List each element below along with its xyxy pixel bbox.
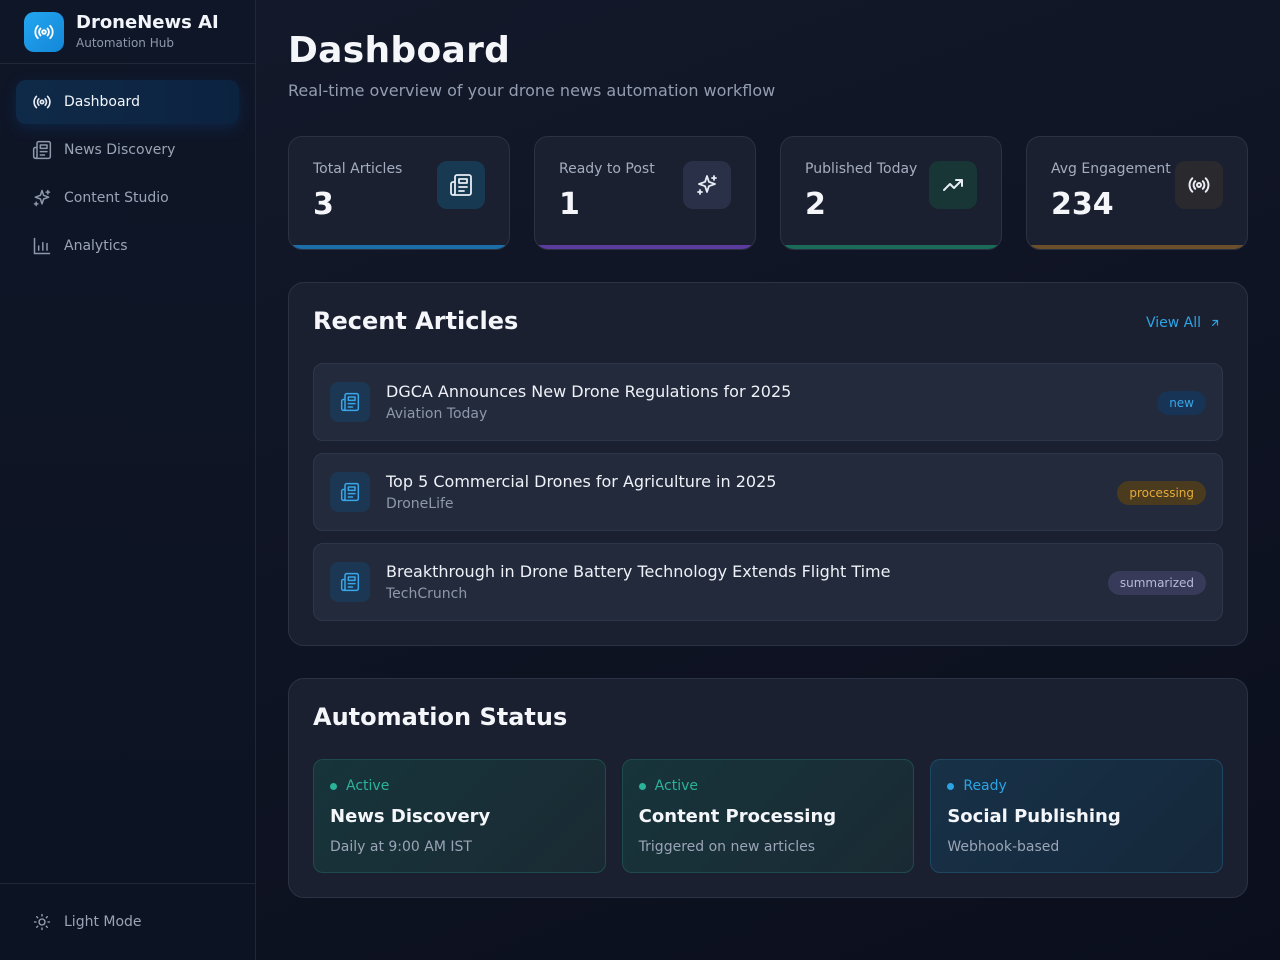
stat-card-total-articles: Total Articles 3 <box>288 136 510 250</box>
article-row[interactable]: Top 5 Commercial Drones for Agriculture … <box>313 453 1223 531</box>
newspaper-icon <box>330 562 370 602</box>
theme-toggle-button[interactable]: Light Mode <box>16 900 239 944</box>
page-title: Dashboard <box>288 30 511 71</box>
sparkles-icon <box>32 188 52 208</box>
section-title: Automation Status <box>313 703 568 731</box>
automation-name: News Discovery <box>330 806 491 827</box>
automation-status-label: Active <box>654 778 698 794</box>
article-title: Breakthrough in Drone Battery Technology… <box>386 562 891 581</box>
automation-description: Daily at 9:00 AM IST <box>330 839 472 855</box>
stat-accent-bar <box>535 245 755 249</box>
automation-status: Ready <box>947 778 1206 794</box>
sidebar-item-dashboard[interactable]: Dashboard <box>16 80 239 124</box>
automation-status-card: Automation Status Active News Discovery … <box>288 678 1248 898</box>
broadcast-icon <box>1175 161 1223 209</box>
status-badge: summarized <box>1107 571 1206 595</box>
newspaper-icon <box>330 382 370 422</box>
automation-status: Active <box>330 778 589 794</box>
automation-name: Content Processing <box>638 806 837 827</box>
sidebar: DroneNews AI Automation Hub Dashboard Ne… <box>0 0 256 960</box>
article-source: DroneLife <box>386 496 454 512</box>
sidebar-item-label: Dashboard <box>64 94 140 110</box>
article-source: TechCrunch <box>386 586 468 602</box>
sidebar-item-content-studio[interactable]: Content Studio <box>16 176 239 220</box>
newspaper-icon <box>330 472 370 512</box>
broadcast-icon <box>32 92 52 112</box>
trending-up-icon <box>929 161 977 209</box>
bar-chart-icon <box>32 236 52 256</box>
arrow-up-right-icon <box>1209 316 1223 330</box>
newspaper-icon <box>437 161 485 209</box>
status-badge: processing <box>1117 481 1206 505</box>
automation-item-content-processing: Active Content Processing Triggered on n… <box>621 759 915 873</box>
section-title: Recent Articles <box>313 307 519 335</box>
broadcast-icon <box>24 11 64 52</box>
article-title: Top 5 Commercial Drones for Agriculture … <box>386 472 777 491</box>
automation-item-news-discovery: Active News Discovery Daily at 9:00 AM I… <box>313 759 606 873</box>
stats-row: Total Articles 3 Ready to Post 1 Publish… <box>288 136 1248 250</box>
automation-description: Webhook-based <box>947 839 1060 855</box>
article-row[interactable]: Breakthrough in Drone Battery Technology… <box>313 543 1223 621</box>
status-dot-icon <box>330 782 337 790</box>
stat-card-ready-to-post: Ready to Post 1 <box>534 136 756 250</box>
view-all-link[interactable]: View All <box>1146 315 1223 331</box>
automation-status-label: Ready <box>963 778 1007 794</box>
automation-status: Active <box>638 778 898 794</box>
recent-articles-card: Recent Articles View All DGCA Announces … <box>288 282 1248 646</box>
automation-description: Triggered on new articles <box>638 839 816 855</box>
stat-accent-bar <box>289 245 509 249</box>
stat-card-avg-engagement: Avg Engagement 234 <box>1026 136 1248 250</box>
automation-item-social-publishing: Ready Social Publishing Webhook-based <box>930 759 1224 873</box>
article-title: DGCA Announces New Drone Regulations for… <box>386 382 792 401</box>
status-dot-icon <box>638 782 646 790</box>
sidebar-item-label: News Discovery <box>64 142 176 158</box>
status-badge: new <box>1157 391 1206 415</box>
sidebar-nav: Dashboard News Discovery Content Studio <box>0 64 255 288</box>
automation-grid: Active News Discovery Daily at 9:00 AM I… <box>313 759 1224 873</box>
theme-toggle-label: Light Mode <box>64 914 142 930</box>
sidebar-item-analytics[interactable]: Analytics <box>16 224 239 268</box>
view-all-label: View All <box>1145 315 1201 331</box>
page-subtitle: Real-time overview of your drone news au… <box>288 81 776 100</box>
brand[interactable]: DroneNews AI Automation Hub <box>0 0 255 64</box>
newspaper-icon <box>32 140 52 160</box>
sidebar-item-news-discovery[interactable]: News Discovery <box>16 128 239 172</box>
sidebar-footer: Light Mode <box>0 883 255 960</box>
stat-accent-bar <box>1027 245 1247 249</box>
sparkles-icon <box>683 161 731 209</box>
sun-icon <box>32 912 52 932</box>
automation-name: Social Publishing <box>947 806 1121 827</box>
sidebar-item-label: Content Studio <box>64 190 169 206</box>
automation-status-label: Active <box>346 778 390 794</box>
article-source: Aviation Today <box>386 406 488 422</box>
status-dot-icon <box>947 782 955 790</box>
app-title: DroneNews AI <box>76 11 219 33</box>
sidebar-item-label: Analytics <box>64 238 128 254</box>
app-subtitle: Automation Hub <box>76 35 174 50</box>
article-row[interactable]: DGCA Announces New Drone Regulations for… <box>313 363 1223 441</box>
stat-accent-bar <box>781 245 1001 249</box>
stat-card-published-today: Published Today 2 <box>780 136 1002 250</box>
